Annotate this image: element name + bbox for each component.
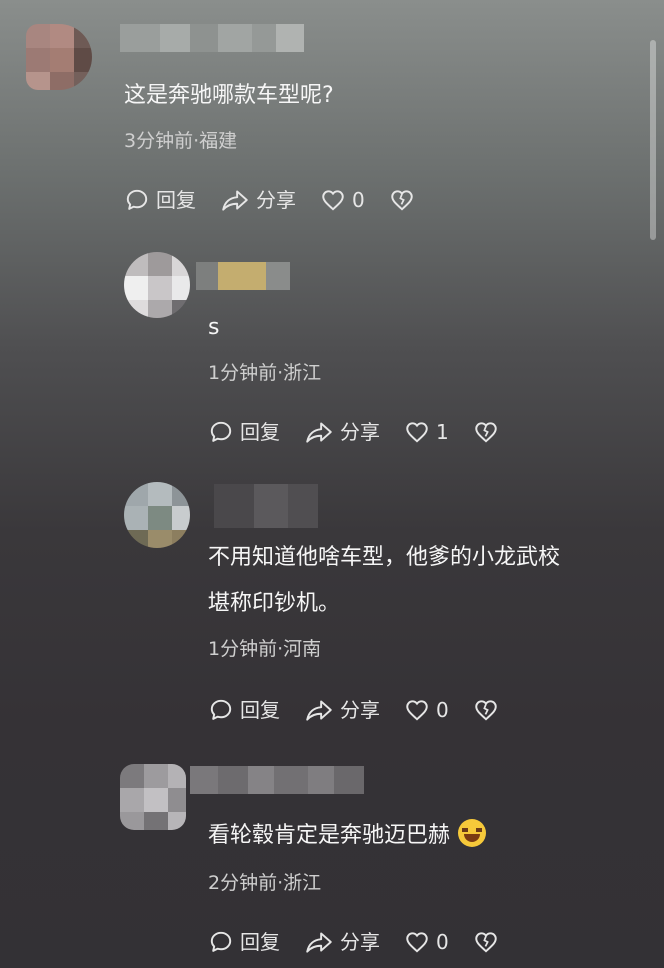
share-button[interactable]: 分享 xyxy=(304,416,380,448)
reply-button[interactable]: 回复 xyxy=(208,694,280,726)
like-button[interactable]: 0 xyxy=(404,694,449,726)
share-button[interactable]: 分享 xyxy=(304,694,380,726)
broken-heart-icon xyxy=(475,700,497,721)
comment-text: s xyxy=(208,315,220,340)
like-button[interactable]: 0 xyxy=(404,926,449,958)
comment-bubble-icon xyxy=(210,931,232,952)
comment-meta: 1分钟前·河南 xyxy=(208,638,322,660)
share-arrow-icon xyxy=(306,700,332,721)
comment-meta: 3分钟前·福建 xyxy=(124,130,238,152)
action-bar: 回复 分享 0 xyxy=(124,184,445,216)
avatar[interactable] xyxy=(124,252,190,318)
share-arrow-icon xyxy=(222,190,248,211)
avatar[interactable] xyxy=(124,482,190,548)
comment-bubble-icon xyxy=(210,699,232,720)
action-bar: 回复 分享 0 xyxy=(208,694,529,726)
avatar[interactable] xyxy=(26,24,92,90)
dislike-button[interactable] xyxy=(473,419,505,445)
dislike-button[interactable] xyxy=(473,697,505,723)
like-count: 0 xyxy=(436,698,449,722)
username-blurred[interactable] xyxy=(196,262,290,290)
share-button[interactable]: 分享 xyxy=(304,926,380,958)
like-button[interactable]: 0 xyxy=(320,184,365,216)
comment-meta: 1分钟前·浙江 xyxy=(208,362,322,384)
action-bar: 回复 分享 1 xyxy=(208,416,529,448)
username-blurred[interactable] xyxy=(190,766,364,794)
heart-icon xyxy=(406,422,428,443)
broken-heart-icon xyxy=(391,190,413,211)
laughing-tears-emoji xyxy=(458,819,487,847)
heart-icon xyxy=(406,932,428,953)
avatar[interactable] xyxy=(120,764,186,830)
heart-icon xyxy=(406,700,428,721)
dislike-button[interactable] xyxy=(389,187,421,213)
action-bar: 回复 分享 0 xyxy=(208,926,529,958)
comment-text: 这是奔驰哪款车型呢? xyxy=(124,83,334,108)
like-count: 0 xyxy=(352,188,365,212)
username-blurred[interactable] xyxy=(214,484,318,528)
broken-heart-icon xyxy=(475,422,497,443)
reply-button[interactable]: 回复 xyxy=(124,184,196,216)
heart-icon xyxy=(322,190,344,211)
comment-text: 看轮毂肯定是奔驰迈巴赫 xyxy=(208,816,487,856)
comment-bubble-icon xyxy=(210,421,232,442)
comment-meta: 2分钟前·浙江 xyxy=(208,872,322,894)
dislike-button[interactable] xyxy=(473,929,505,955)
reply-button[interactable]: 回复 xyxy=(208,926,280,958)
like-count: 0 xyxy=(436,930,449,954)
share-arrow-icon xyxy=(306,932,332,953)
comment-bubble-icon xyxy=(126,189,148,210)
broken-heart-icon xyxy=(475,932,497,953)
reply-button[interactable]: 回复 xyxy=(208,416,280,448)
share-button[interactable]: 分享 xyxy=(220,184,296,216)
share-arrow-icon xyxy=(306,422,332,443)
comment-text: 不用知道他啥车型，他爹的小龙武校 堪称印钞机。 xyxy=(208,545,561,616)
like-button[interactable]: 1 xyxy=(404,416,449,448)
scrollbar[interactable] xyxy=(650,40,656,240)
username-blurred[interactable] xyxy=(120,24,304,52)
like-count: 1 xyxy=(436,420,449,444)
